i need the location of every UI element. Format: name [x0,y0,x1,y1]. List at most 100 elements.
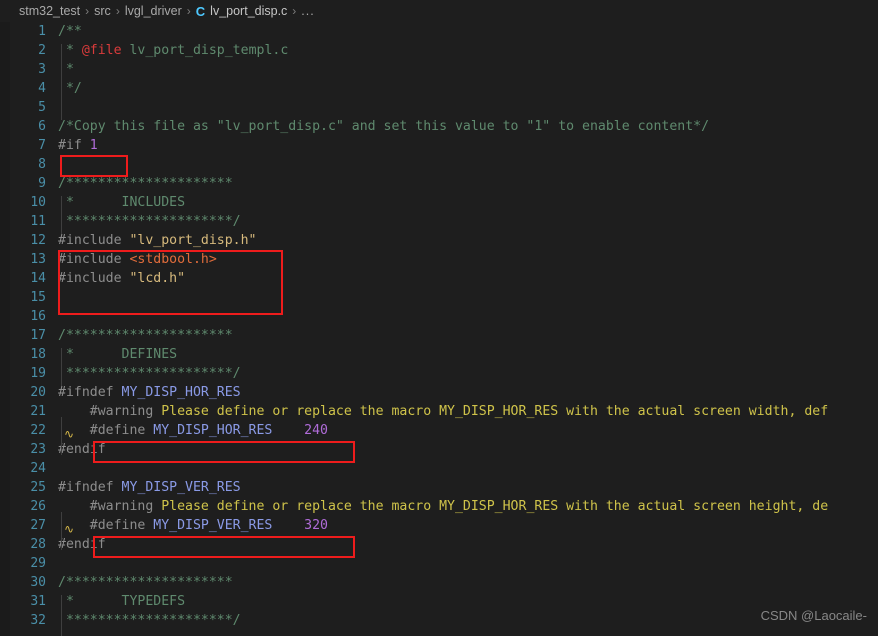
line-content[interactable]: #endif [58,440,106,459]
code-line[interactable]: 15 [0,288,878,307]
vscode-editor-window: stm32_test › src › lvgl_driver › C lv_po… [0,0,878,636]
code-line[interactable]: 28 #endif [0,535,878,554]
code-token: /*Copy this file as "lv_port_disp.c" and… [58,119,710,134]
code-line[interactable]: 31 * TYPEDEFS [0,592,878,611]
code-line[interactable]: 8 [0,155,878,174]
warning-squiggle-icon: ∿ [64,522,75,536]
line-content[interactable]: #endif [58,535,106,554]
line-number: 29 [30,556,46,571]
code-lines-container[interactable]: 1 /** 2 * @file lv_port_disp_templ.c 3 * 4 *… [0,22,878,630]
line-content[interactable]: #include "lv_port_disp.h" [58,231,257,250]
line-number: 12 [30,233,46,248]
code-token: MY_DISP_VER_RES [153,518,273,533]
line-number: 23 [30,442,46,457]
code-line[interactable]: 27 #define MY_DISP_VER_RES 320 [0,516,878,535]
code-token: lv_port_disp_templ.c [121,43,289,58]
indent-guide [61,595,62,636]
line-number: 2 [38,43,46,58]
breadcrumb-item-stm32_test[interactable]: stm32_test [19,4,80,18]
line-content[interactable]: #include <stdbool.h> [58,250,217,269]
line-content[interactable]: #define MY_DISP_VER_RES 320 [58,516,328,535]
line-number: 8 [38,157,46,172]
code-line[interactable]: 20 #ifndef MY_DISP_HOR_RES [0,383,878,402]
code-line[interactable]: 5 [0,98,878,117]
code-token: * DEFINES [58,347,178,362]
line-number: 24 [30,461,46,476]
code-token: Please define or replace the macro MY_DI… [161,499,829,514]
line-content[interactable]: #if 1 [58,136,98,155]
code-line[interactable]: 30 /********************* [0,573,878,592]
line-content[interactable]: /********************* [58,573,233,592]
code-line[interactable]: 3 * [0,60,878,79]
code-line[interactable]: 1 /** [0,22,878,41]
code-line[interactable]: 16 [0,307,878,326]
code-line[interactable]: 11 *********************/ [0,212,878,231]
code-token: /********************* [58,176,233,191]
code-line[interactable]: 2 * @file lv_port_disp_templ.c [0,41,878,60]
line-content[interactable]: /********************* [58,326,233,345]
line-content[interactable]: /** [58,22,82,41]
line-number: 9 [38,176,46,191]
line-number: 19 [30,366,46,381]
line-content[interactable]: #warning Please define or replace the ma… [58,497,828,516]
breadcrumb-item-lvgl_driver[interactable]: lvgl_driver [125,4,182,18]
code-line[interactable]: 24 [0,459,878,478]
line-content[interactable]: * DEFINES [58,345,177,364]
code-line[interactable]: 23 #endif [0,440,878,459]
code-line[interactable]: 21 #warning Please define or replace the… [0,402,878,421]
line-content[interactable]: #ifndef MY_DISP_HOR_RES [58,383,241,402]
line-number: 16 [30,309,46,324]
code-line[interactable]: 14 #include "lcd.h" [0,269,878,288]
line-content[interactable]: #include "lcd.h" [58,269,185,288]
line-content[interactable]: * @file lv_port_disp_templ.c [58,41,288,60]
line-content[interactable]: /*Copy this file as "lv_port_disp.c" and… [58,117,709,136]
code-line[interactable]: 6 /*Copy this file as "lv_port_disp.c" an… [0,117,878,136]
code-token: #endif [58,442,106,457]
code-token: #ifndef [58,385,122,400]
code-token: "lv_port_disp.h" [129,233,257,248]
line-content[interactable]: #warning Please define or replace the ma… [58,402,828,421]
line-content[interactable]: #define MY_DISP_HOR_RES 240 [58,421,328,440]
code-line[interactable]: 17 /********************* [0,326,878,345]
breadcrumb-separator-icon: › [115,4,120,18]
code-editor[interactable]: 1 /** 2 * @file lv_port_disp_templ.c 3 * 4 *… [0,22,878,636]
code-line[interactable]: 25 #ifndef MY_DISP_VER_RES [0,478,878,497]
line-content[interactable]: * TYPEDEFS [58,592,185,611]
code-line[interactable]: 19 *********************/ [0,364,878,383]
line-content[interactable]: *********************/ [58,364,241,383]
code-line[interactable]: 18 * DEFINES [0,345,878,364]
breadcrumb-item-lv_port_disp-c[interactable]: lv_port_disp.c [210,4,287,18]
code-token: "lcd.h" [129,271,186,286]
code-line[interactable]: 4 */ [0,79,878,98]
code-line[interactable]: 29 [0,554,878,573]
indent-guide [61,348,62,386]
code-token: #if [58,138,90,153]
code-token: Please define or replace the macro MY_DI… [161,404,829,419]
code-token: *********************/ [58,366,241,381]
code-token: #ifndef [58,480,122,495]
code-line[interactable]: 10 * INCLUDES [0,193,878,212]
line-content[interactable]: #ifndef MY_DISP_VER_RES [58,478,241,497]
c-file-icon: C [195,3,206,19]
code-token: /********************* [58,575,233,590]
code-line[interactable]: 7 #if 1 [0,136,878,155]
code-line[interactable]: 13 #include <stdbool.h> [0,250,878,269]
line-content[interactable]: *********************/ [58,611,241,630]
code-line[interactable]: 12 #include "lv_port_disp.h" [0,231,878,250]
code-line[interactable]: 22 #define MY_DISP_HOR_RES 240 [0,421,878,440]
code-line[interactable]: 26 #warning Please define or replace the… [0,497,878,516]
line-content[interactable]: /********************* [58,174,233,193]
line-number: 26 [30,499,46,514]
code-token: /** [58,24,82,39]
code-token: #include [58,252,130,267]
code-line[interactable]: 9 /********************* [0,174,878,193]
line-number: 1 [38,24,46,39]
line-content[interactable]: * INCLUDES [58,193,185,212]
line-content[interactable]: *********************/ [58,212,241,231]
code-line[interactable]: 32 *********************/ [0,611,878,630]
breadcrumb-item-src[interactable]: src [94,4,111,18]
breadcrumb-item-more[interactable]: ... [301,4,314,18]
breadcrumb[interactable]: stm32_test › src › lvgl_driver › C lv_po… [0,0,878,22]
code-token: 320 [304,518,328,533]
